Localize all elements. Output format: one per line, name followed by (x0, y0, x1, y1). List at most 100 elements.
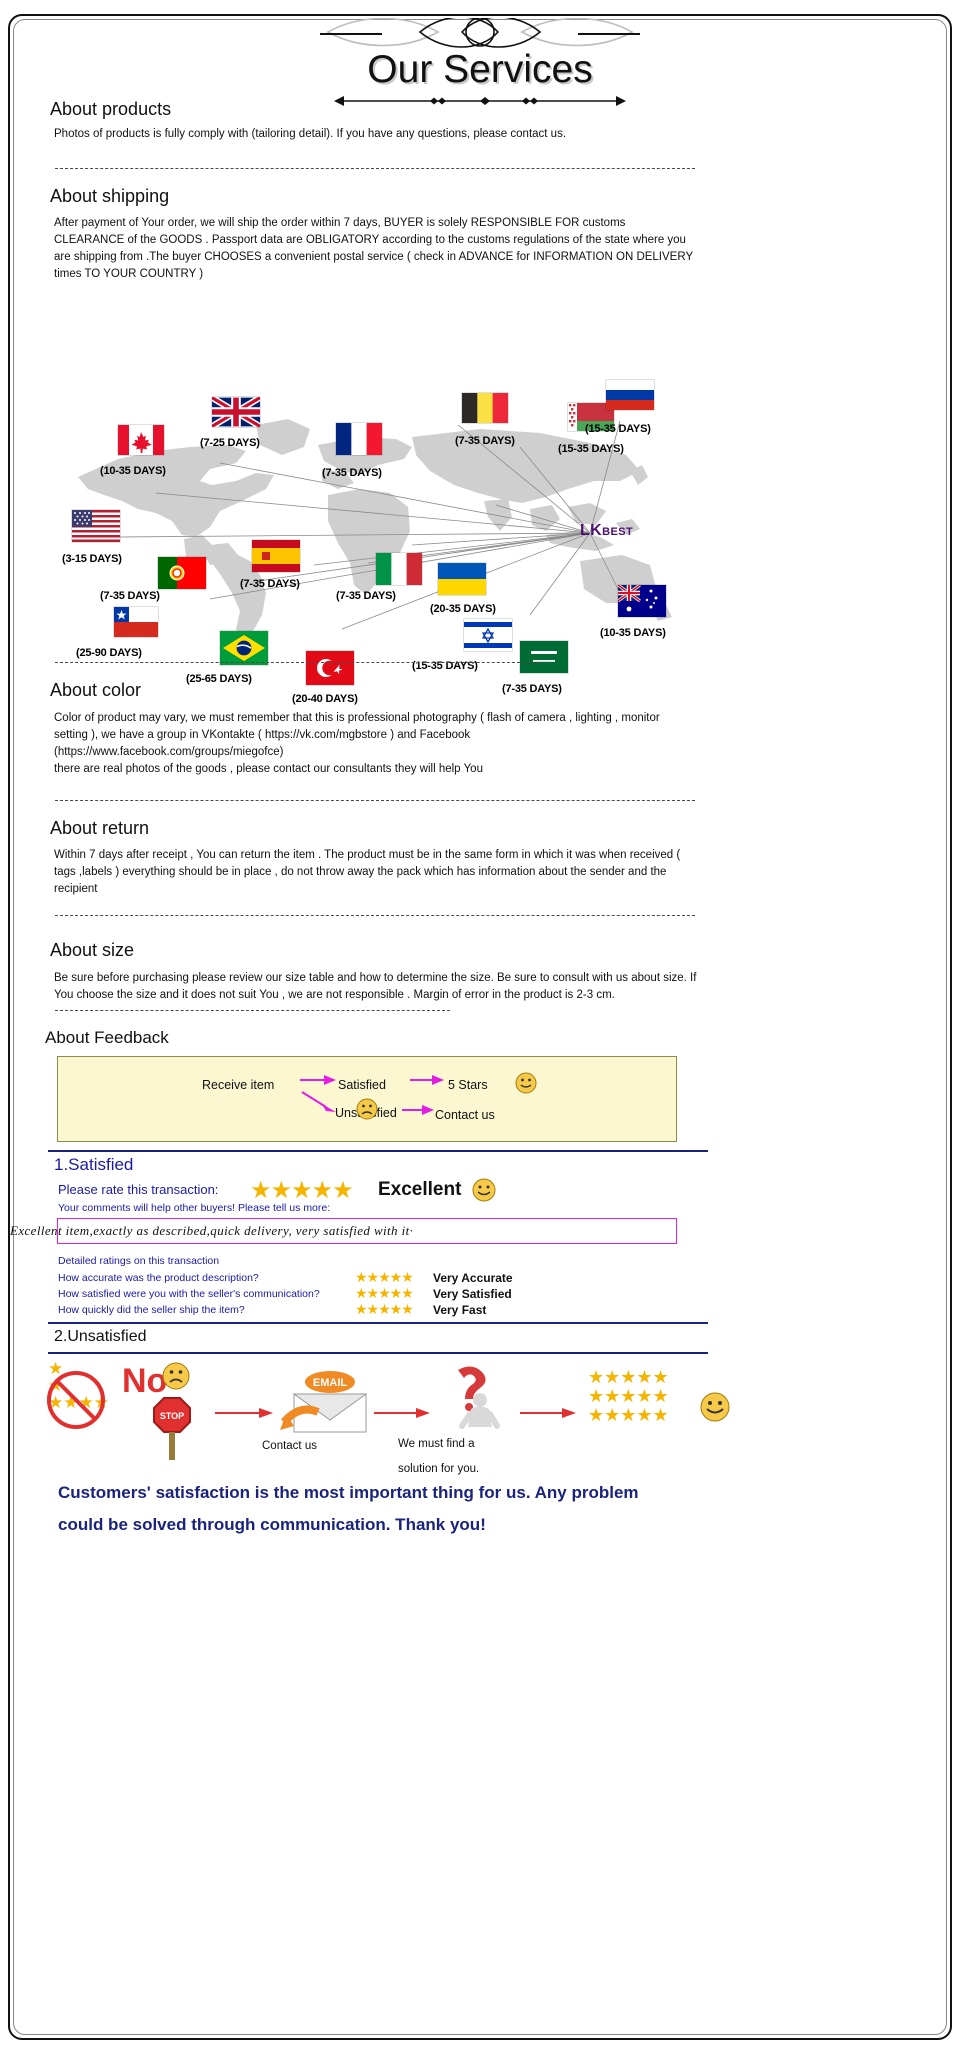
review-text: Excellent item,exactly as described,quic… (10, 1223, 414, 1238)
flow-receive-item: Receive item (202, 1078, 275, 1092)
arrow-receive-to-unsatisfied-icon (301, 1091, 336, 1112)
divider-1 (55, 168, 695, 169)
flow-satisfied: Satisfied (338, 1078, 386, 1092)
flag-spain-icon (252, 540, 300, 572)
flag-chile-icon (114, 607, 158, 637)
svg-text:EMAIL: EMAIL (313, 1377, 348, 1389)
services-page: Our Services About products Photos of pr… (0, 0, 960, 2052)
days-label-chile: (25-90 DAYS) (76, 647, 142, 659)
flag-israel-icon (464, 619, 512, 651)
rating-stars-main[interactable]: ★★★★★ (250, 1176, 354, 1205)
days-label-united-kingdom: (7-25 DAYS) (200, 437, 260, 449)
flag-turkey-icon (306, 651, 354, 685)
unsatisfied-top-rule (48, 1322, 708, 1324)
page-title: Our Services (367, 48, 593, 91)
hub-brand-lk: LK (580, 522, 603, 539)
flag-italy-icon (376, 553, 422, 585)
days-label-united-states: (3-15 DAYS) (62, 553, 122, 565)
arrow-satisfied-to-stars-icon (410, 1075, 444, 1085)
flag-belgium-icon (462, 393, 508, 423)
unsatisfied-heading: 2.Unsatisfied (54, 1328, 147, 1345)
section-body-return: Within 7 days after receipt , You can re… (54, 849, 681, 895)
flag-australia-icon (618, 585, 666, 617)
satisfied-top-rule (48, 1150, 708, 1152)
flow-contact-us: Contact us (435, 1108, 495, 1122)
days-label-turkey: (20-40 DAYS) (292, 693, 358, 705)
days-label-italy: (7-35 DAYS) (336, 590, 396, 602)
days-label-saudi-arabia: (7-35 DAYS) (502, 683, 562, 695)
days-label-spain: (7-35 DAYS) (240, 578, 300, 590)
arrow-to-stars-icon (520, 1408, 576, 1418)
unsatisfied-bottom-rule (48, 1352, 708, 1354)
smiley-final-happy-icon (700, 1392, 730, 1422)
days-label-ukraine: (20-35 DAYS) (430, 603, 496, 615)
days-label-russia: (15-35 DAYS) (585, 423, 651, 435)
rating-row-label-1: How satisfied were you with the seller's… (58, 1288, 320, 1300)
days-label-canada: (10-35 DAYS) (100, 465, 166, 477)
contact-us-caption: Contact us (262, 1440, 317, 1452)
rating-row-stars-2: ★★★★★ (355, 1301, 414, 1317)
flag-portugal-icon (158, 557, 206, 589)
days-label-brazil: (25-65 DAYS) (186, 673, 252, 685)
flag-russia-icon (606, 380, 654, 410)
section-heading-shipping: About shipping (50, 186, 170, 206)
no-circle-slash-icon (47, 1371, 105, 1429)
rate-prompt: Please rate this transaction: (58, 1182, 219, 1197)
smiley-frown-icon (162, 1362, 190, 1390)
section-heading-color: About color (50, 680, 142, 700)
smiley-excellent-icon (472, 1178, 496, 1202)
flag-saudi-arabia-icon (520, 641, 568, 673)
closing-line-2: could be solved through communication. T… (58, 1515, 486, 1534)
flag-brazil-icon (220, 631, 268, 665)
hub-brand-best: BEST (602, 526, 634, 538)
flag-united-kingdom-icon (212, 397, 260, 427)
flag-united-states-icon (72, 510, 120, 542)
smiley-sad-icon (356, 1098, 378, 1120)
flag-ukraine-icon (438, 563, 486, 595)
email-envelope-icon: EMAIL (280, 1371, 368, 1433)
section-heading-products: About products (50, 99, 172, 119)
rating-row-value-2: Very Fast (433, 1303, 487, 1317)
divider-3 (55, 800, 695, 801)
days-label-portugal: (7-35 DAYS) (100, 590, 160, 602)
section-body-color: Color of product may vary, we must remem… (54, 712, 660, 775)
ornament-flourish-icon (0, 18, 960, 52)
rating-excellent-label: Excellent (378, 1179, 462, 1200)
closing-line-1: Customers' satisfaction is the most impo… (58, 1483, 639, 1502)
satisfied-heading: 1.Satisfied (54, 1155, 134, 1174)
section-body-size: Be sure before purchasing please review … (54, 972, 697, 1001)
solution-caption-line1: We must find a (398, 1438, 475, 1450)
section-body-shipping: After payment of Your order, we will shi… (54, 217, 693, 280)
divider-4 (55, 915, 695, 916)
section-body-products: Photos of products is fully comply with … (54, 128, 567, 140)
rating-row-stars-1: ★★★★★ (355, 1285, 414, 1301)
flow-five-stars: 5 Stars (448, 1078, 488, 1092)
rating-row-label-0: How accurate was the product description… (58, 1272, 259, 1284)
arrow-receive-to-satisfied-icon (300, 1075, 336, 1085)
flag-canada-icon (118, 425, 164, 455)
question-mark-person-icon (458, 1366, 500, 1429)
feedback-title: About Feedback (45, 1028, 169, 1047)
svg-text:STOP: STOP (160, 1411, 184, 1421)
rating-row-stars-0: ★★★★★ (355, 1269, 414, 1285)
divider-5 (55, 1010, 450, 1011)
rating-row-value-1: Very Satisfied (433, 1287, 512, 1301)
comment-prompt: Your comments will help other buyers! Pl… (58, 1202, 331, 1214)
days-label-australia: (10-35 DAYS) (600, 627, 666, 639)
arrow-to-question-icon (374, 1408, 430, 1418)
days-label-belgium: (7-35 DAYS) (455, 435, 515, 447)
rating-row-value-0: Very Accurate (433, 1271, 513, 1285)
section-heading-return: About return (50, 818, 150, 838)
section-heading-size: About size (50, 940, 135, 960)
result-stars-block: ★★★★★ ★★★★★ ★★★★★ (588, 1367, 669, 1425)
solution-caption-line2: solution for you. (398, 1463, 480, 1475)
rating-row-label-2: How quickly did the seller ship the item… (58, 1304, 245, 1316)
flag-france-icon (336, 423, 382, 455)
divider-2 (55, 662, 540, 663)
detailed-ratings-label: Detailed ratings on this transaction (58, 1255, 220, 1267)
days-label-france: (7-35 DAYS) (322, 467, 382, 479)
shipping-world-map: LKBEST (10-35 DAYS) (7-25 DAYS) (7-35 DA… (60, 380, 700, 705)
hub-brand-label: LKBEST (580, 522, 633, 540)
arrow-to-email-icon (215, 1408, 273, 1418)
page-header: Our Services (0, 18, 960, 112)
